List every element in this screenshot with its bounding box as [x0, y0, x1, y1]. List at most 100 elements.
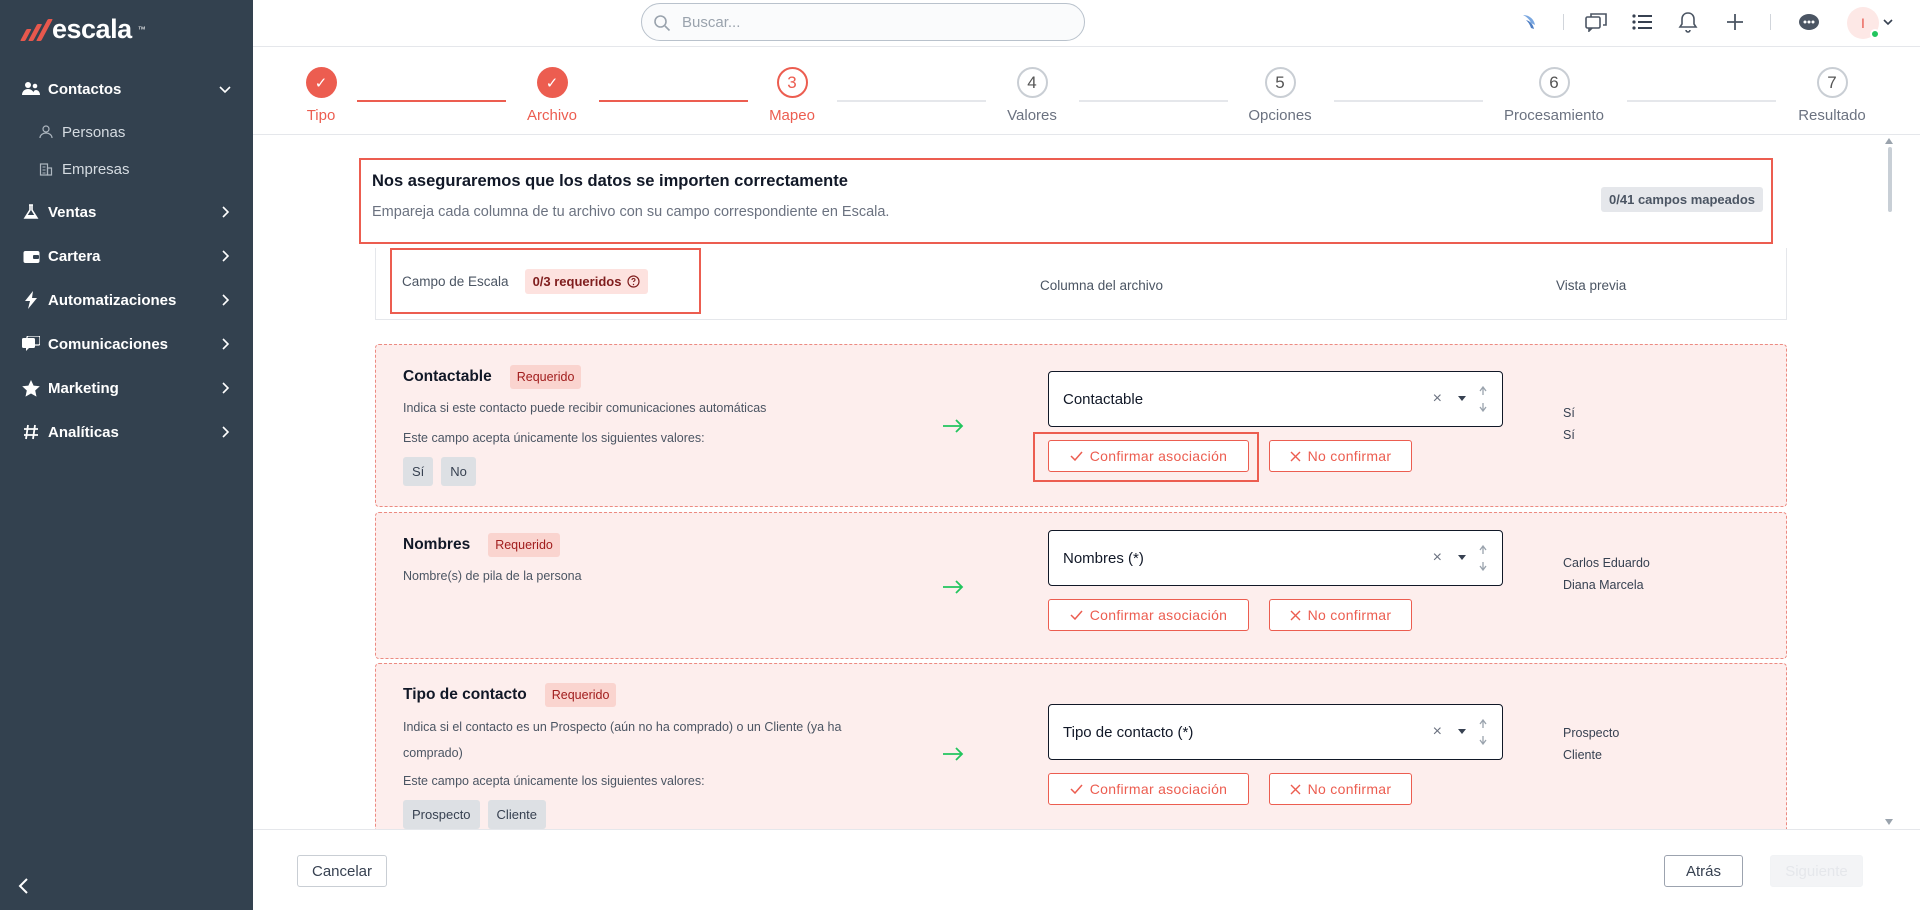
import-stepper: ✓ Tipo ✓ Archivo 3 Mapeo 4 Valores 5 Opc… — [253, 47, 1920, 135]
sidebar-item-comunicaciones[interactable]: Comunicaciones — [0, 327, 253, 361]
next-button[interactable]: Siguiente — [1770, 855, 1863, 887]
preview-value: Cliente — [1563, 748, 1602, 762]
bell-icon[interactable] — [1676, 10, 1700, 34]
field-description: Indica si el contacto es un Prospecto (a… — [403, 720, 842, 760]
file-column-select[interactable]: Nombres (*) × — [1048, 530, 1503, 586]
list-icon[interactable] — [1630, 10, 1654, 34]
chevron-down-icon[interactable] — [1883, 17, 1893, 27]
step-label: Valores — [1007, 107, 1057, 124]
caret-down-icon[interactable] — [1458, 727, 1466, 735]
sidebar-item-contactos[interactable]: Contactos — [0, 72, 253, 106]
confirm-association-button[interactable]: Confirmar asociación — [1048, 773, 1249, 805]
summary-title: Nos aseguraremos que los datos se import… — [372, 172, 848, 190]
check-icon — [1070, 451, 1083, 461]
reject-association-button[interactable]: No confirmar — [1269, 599, 1412, 631]
field-header-label: Campo de Escala — [402, 273, 509, 289]
step-tipo[interactable]: ✓ Tipo — [261, 67, 381, 124]
step-mapeo[interactable]: 3 Mapeo — [732, 67, 852, 124]
field-title-row: Contactable Requerido — [403, 365, 582, 389]
caret-down-icon[interactable] — [1458, 394, 1466, 402]
logo-wordmark: escala — [52, 14, 132, 44]
field-title: Tipo de contacto — [403, 686, 527, 703]
preview-value: Diana Marcela — [1563, 578, 1644, 592]
bolt-icon — [22, 291, 40, 309]
online-status-indicator — [1870, 29, 1880, 39]
sidebar-subitem-empresas[interactable]: Empresas — [38, 155, 130, 183]
step-valores[interactable]: 4 Valores — [972, 67, 1092, 124]
confirm-association-button[interactable]: Confirmar asociación — [1048, 599, 1249, 631]
sidebar-item-label: Automatizaciones — [48, 291, 177, 309]
value-chip: Prospecto — [403, 800, 480, 829]
required-badge: Requerido — [488, 533, 560, 557]
close-icon — [1290, 610, 1301, 620]
allowed-values: Sí No — [403, 457, 476, 486]
caret-down-icon[interactable] — [1458, 553, 1466, 561]
scrollbar[interactable] — [1884, 136, 1894, 829]
chevron-right-icon — [222, 382, 230, 394]
confirm-label: Confirmar asociación — [1089, 607, 1228, 623]
step-opciones[interactable]: 5 Opciones — [1220, 67, 1340, 124]
plus-icon[interactable] — [1723, 10, 1747, 34]
logo-trademark: ™ — [137, 25, 146, 34]
flask-icon — [22, 203, 40, 221]
collapse-sidebar-icon[interactable] — [14, 876, 34, 896]
sidebar-item-label: Comunicaciones — [48, 335, 169, 353]
sidebar-subitem-personas[interactable]: Personas — [38, 118, 125, 146]
sidebar-item-analiticas[interactable]: Analíticas — [0, 415, 253, 449]
file-column-select[interactable]: Tipo de contacto (*) × — [1048, 704, 1503, 760]
spinner-arrows-icon[interactable] — [1479, 386, 1487, 412]
search-input[interactable]: Buscar... — [641, 3, 1085, 41]
person-icon — [38, 124, 54, 140]
sidebar-subitem-label: Empresas — [62, 160, 130, 178]
values-label: Este campo acepta únicamente los siguien… — [403, 431, 705, 445]
scrollbar-thumb[interactable] — [1888, 147, 1892, 212]
chevron-right-icon — [222, 250, 230, 262]
reject-association-button[interactable]: No confirmar — [1269, 773, 1412, 805]
step-procesamiento[interactable]: 6 Procesamiento — [1494, 67, 1614, 124]
step-number: 4 — [1016, 67, 1048, 98]
field-description: Nombre(s) de pila de la persona — [403, 569, 582, 583]
cancel-button[interactable]: Cancelar — [297, 855, 387, 887]
value-chip: No — [441, 457, 476, 486]
scroll-down-icon[interactable] — [1885, 819, 1893, 825]
confirm-association-button[interactable]: Confirmar asociación — [1048, 440, 1249, 472]
check-icon — [1070, 610, 1083, 620]
step-label: Mapeo — [769, 107, 815, 124]
back-button[interactable]: Atrás — [1664, 855, 1743, 887]
preview-value: Sí — [1563, 406, 1575, 420]
support-chat-icon[interactable] — [1797, 10, 1821, 34]
messages-icon[interactable] — [1584, 10, 1608, 34]
mapping-summary: Nos aseguraremos que los datos se import… — [359, 158, 1773, 244]
summary-subtitle: Empareja cada columna de tu archivo con … — [372, 204, 890, 220]
spinner-arrows-icon[interactable] — [1479, 719, 1487, 745]
reject-association-button[interactable]: No confirmar — [1269, 440, 1412, 472]
chevron-right-icon — [222, 426, 230, 438]
arrow-right-icon — [943, 580, 964, 594]
logo-mark-icon — [20, 18, 53, 41]
sidebar-item-marketing[interactable]: Marketing — [0, 371, 253, 405]
sidebar-item-automatizaciones[interactable]: Automatizaciones — [0, 283, 253, 317]
sidebar-item-ventas[interactable]: Ventas — [0, 195, 253, 229]
values-label: Este campo acepta únicamente los siguien… — [403, 774, 705, 788]
escala-logo[interactable]: escala ™ — [20, 14, 146, 45]
clear-icon[interactable]: × — [1433, 549, 1442, 567]
sidebar-item-cartera[interactable]: Cartera — [0, 239, 253, 273]
sidebar-item-label: Ventas — [48, 203, 97, 221]
step-archivo[interactable]: ✓ Archivo — [492, 67, 612, 124]
field-title: Contactable — [403, 368, 492, 385]
scroll-up-icon[interactable] — [1885, 138, 1893, 144]
help-icon[interactable] — [627, 274, 641, 288]
clear-icon[interactable]: × — [1433, 723, 1442, 741]
field-card-tipo-de-contacto: Tipo de contacto Requerido Indica si el … — [375, 663, 1787, 829]
table-header: Campo de Escala 0/3 requeridos Columna d… — [375, 248, 1787, 320]
step-resultado[interactable]: 7 Resultado — [1772, 67, 1892, 124]
field-title-row: Tipo de contacto Requerido — [403, 683, 617, 707]
chat-icon — [22, 335, 40, 353]
avatar[interactable]: I — [1847, 7, 1880, 39]
file-column-select[interactable]: Contactable × — [1048, 371, 1503, 427]
spinner-arrows-icon[interactable] — [1479, 545, 1487, 571]
field-description: Indica si este contacto puede recibir co… — [403, 401, 767, 415]
wallet-icon — [22, 247, 40, 265]
ai-assistant-icon[interactable] — [1519, 10, 1543, 34]
clear-icon[interactable]: × — [1433, 390, 1442, 408]
